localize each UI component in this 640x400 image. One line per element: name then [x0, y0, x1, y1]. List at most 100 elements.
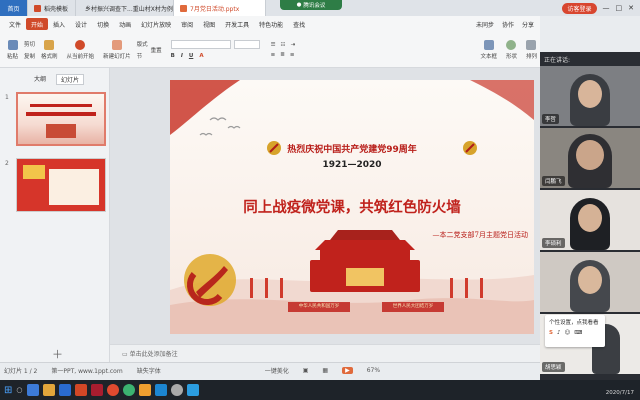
- paste-icon: [7, 39, 18, 50]
- app-icon[interactable]: [90, 384, 103, 396]
- add-slide-icon[interactable]: ＋: [52, 346, 63, 362]
- menu-slideshow[interactable]: 幻灯片放映: [136, 18, 176, 30]
- word-icon[interactable]: [58, 384, 71, 396]
- align-center-icon[interactable]: ≣: [280, 52, 285, 58]
- tab-outline[interactable]: 大纲: [34, 74, 46, 85]
- tencent-meeting-bar[interactable]: ● 腾讯会议: [280, 0, 342, 10]
- arrange-button[interactable]: 排列: [523, 39, 540, 60]
- font-color-button[interactable]: A: [199, 53, 203, 59]
- windows-taskbar: ⊞ ○ 2020/7/17: [0, 380, 640, 400]
- textbox-label: 文本框: [480, 53, 497, 60]
- video-meeting-panel: 正在讲话: 李哲 闫鹏飞 李硕利 胡思颖 个性设置，点我看看 S ♪ ☺ ⌨: [540, 52, 640, 380]
- reset-button[interactable]: 重置: [151, 46, 162, 54]
- docer-icon: [34, 4, 41, 12]
- video-tile-3[interactable]: 李硕利: [540, 190, 640, 250]
- personalize-tip-popup[interactable]: 个性设置，点我看看 S ♪ ☺ ⌨: [545, 315, 605, 347]
- italic-button[interactable]: I: [181, 53, 183, 59]
- menu-review[interactable]: 审阅: [176, 18, 198, 30]
- shape-button[interactable]: 形状: [503, 39, 520, 60]
- paste-button[interactable]: 粘贴: [4, 39, 21, 60]
- app-icon[interactable]: [154, 384, 167, 396]
- menu-design[interactable]: 设计: [70, 18, 92, 30]
- menu-file[interactable]: 文件: [4, 18, 26, 30]
- slide-heading[interactable]: 热烈庆祝中国共产党建党99周年: [170, 142, 534, 155]
- textbox-button[interactable]: 文本框: [477, 39, 500, 60]
- video-tile-4[interactable]: [540, 252, 640, 312]
- play-label: 从当前开始: [66, 53, 95, 60]
- wps-icon[interactable]: [106, 384, 119, 396]
- menu-transition[interactable]: 切换: [92, 18, 114, 30]
- tab-document-survey-label: 乡村振兴调查下...重山村X村为例: [85, 5, 173, 13]
- system-clock[interactable]: 2020/7/17: [606, 383, 640, 397]
- notes-placeholder: 单击此处添加备注: [129, 351, 178, 358]
- missing-font-button[interactable]: 缺失字体: [137, 366, 161, 375]
- tab-home[interactable]: 首页: [0, 0, 28, 16]
- participant-name: 胡思颖: [542, 362, 565, 372]
- new-slide-button[interactable]: 新建幻灯片: [100, 39, 134, 60]
- font-size-select[interactable]: [233, 40, 260, 49]
- format-painter-button[interactable]: 格式刷: [38, 39, 61, 60]
- close-icon[interactable]: ✕: [628, 4, 634, 12]
- play-from-current-button[interactable]: 从当前开始: [64, 39, 98, 60]
- underline-button[interactable]: U: [189, 53, 193, 59]
- slide-years[interactable]: 1921—2020: [170, 160, 534, 170]
- video-tile-1[interactable]: 李哲: [540, 66, 640, 126]
- keyboard-icon[interactable]: ⌨: [574, 330, 582, 336]
- bullet-list-icon[interactable]: ☰: [271, 42, 276, 48]
- clock-date: 2020/7/17: [605, 390, 634, 396]
- view-sorter-icon[interactable]: ▦: [322, 367, 328, 374]
- video-tile-2[interactable]: 闫鹏飞: [540, 128, 640, 188]
- app-icon[interactable]: [170, 384, 183, 396]
- copy-button[interactable]: 复制: [24, 52, 35, 60]
- beautify-button[interactable]: 一键美化: [265, 366, 289, 375]
- sync-status[interactable]: 未同步: [476, 20, 494, 29]
- tab-docer-templates[interactable]: 稻壳模板: [28, 0, 76, 16]
- indent-icon[interactable]: ⇥: [290, 42, 295, 48]
- layout-button[interactable]: 版式: [137, 40, 148, 48]
- menu-animation[interactable]: 动画: [114, 18, 136, 30]
- search-icon[interactable]: ○: [16, 386, 22, 394]
- maximize-icon[interactable]: □: [616, 4, 623, 12]
- slide-current[interactable]: 热烈庆祝中国共产党建党99周年 1921—2020 同上战疫微党课，共筑红色防火…: [170, 80, 534, 334]
- notes-pane[interactable]: ▭ 单击此处添加备注: [110, 344, 540, 362]
- menu-home[interactable]: 开始: [26, 18, 49, 30]
- powerpoint-icon[interactable]: [74, 384, 87, 396]
- tab-pptx-active[interactable]: 7月党日活动.pptx: [174, 0, 266, 16]
- slide-main-title[interactable]: 同上战疫微党课，共筑红色防火墙: [170, 196, 534, 217]
- tencent-meeting-icon[interactable]: [186, 384, 199, 396]
- align-right-icon[interactable]: ≡: [290, 52, 295, 58]
- align-left-icon[interactable]: ≡: [271, 52, 276, 58]
- app-icon[interactable]: [138, 384, 151, 396]
- windows-start-icon[interactable]: ⊞: [4, 385, 12, 396]
- emoji-icon[interactable]: ☺: [564, 330, 570, 336]
- guest-login-button[interactable]: 访客登录: [562, 2, 597, 14]
- menu-view[interactable]: 视图: [198, 18, 220, 30]
- minimize-icon[interactable]: —: [603, 4, 610, 12]
- tab-slides[interactable]: 幻灯片: [56, 74, 85, 85]
- font-name-select[interactable]: [170, 40, 231, 49]
- task-view-icon[interactable]: [26, 384, 39, 396]
- chrome-icon[interactable]: [122, 384, 135, 396]
- bold-button[interactable]: B: [171, 53, 175, 59]
- slide-thumbnail-2[interactable]: [16, 158, 106, 212]
- mic-icon[interactable]: ♪: [557, 330, 561, 336]
- numbered-list-icon[interactable]: ☷: [281, 42, 286, 48]
- slide-thumbnail-1[interactable]: [16, 92, 106, 146]
- view-normal-icon[interactable]: ▣: [303, 367, 309, 374]
- menu-developer[interactable]: 开发工具: [220, 18, 254, 30]
- menu-special[interactable]: 特色功能: [254, 18, 288, 30]
- section-button[interactable]: 节: [137, 52, 148, 60]
- collaborate-button[interactable]: 协作: [502, 20, 514, 29]
- menu-insert[interactable]: 插入: [48, 18, 70, 30]
- cut-button[interactable]: 剪切: [24, 40, 35, 48]
- file-explorer-icon[interactable]: [42, 384, 55, 396]
- menu-find[interactable]: 查找: [288, 18, 310, 30]
- share-button[interactable]: 分享: [522, 20, 534, 29]
- tab-document-survey[interactable]: 乡村振兴调查下...重山村X村为例: [76, 0, 174, 16]
- play-slideshow-icon[interactable]: ▶: [342, 367, 353, 374]
- slide-canvas-area: 热烈庆祝中国共产党建党99周年 1921—2020 同上战疫微党课，共筑红色防火…: [110, 68, 540, 348]
- slide-subtitle[interactable]: —本二党支部7月主题党日活动: [433, 230, 528, 240]
- zoom-level[interactable]: 67%: [367, 367, 380, 374]
- participant-name: 李哲: [542, 114, 560, 124]
- sogou-icon[interactable]: S: [549, 330, 553, 336]
